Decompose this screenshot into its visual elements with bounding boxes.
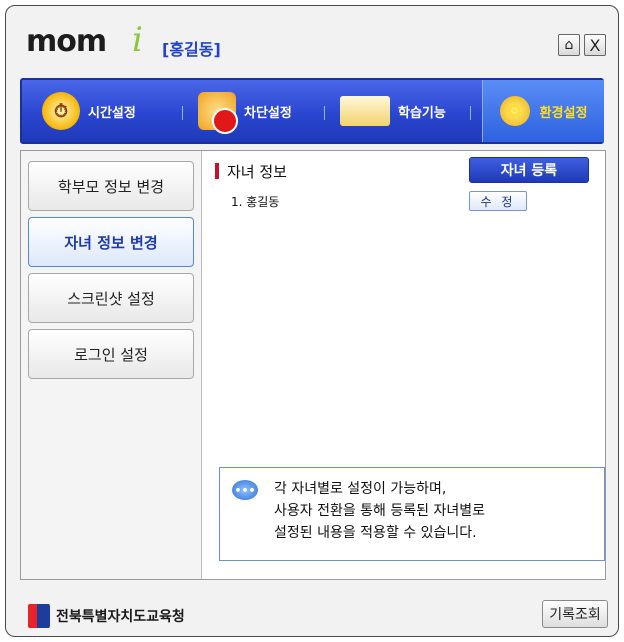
block-icon — [198, 92, 238, 134]
sidebar-item-label: 자녀 정보 변경 — [64, 233, 158, 252]
info-notice-box: ••• 각 자녀별로 설정이 가능하며, 사용자 전환을 통해 등록된 자녀별로… — [219, 467, 605, 561]
sidebar-item-label: 스크린샷 설정 — [67, 289, 155, 308]
tab-divider — [470, 106, 471, 120]
register-child-button[interactable]: 자녀 등록 — [469, 157, 589, 183]
close-button[interactable]: X — [584, 34, 606, 56]
section-marker — [215, 163, 219, 179]
tab-block-settings[interactable]: 차단설정 — [198, 80, 292, 142]
sidebar-item-parent-info[interactable]: 학부모 정보 변경 — [28, 161, 194, 211]
tab-time-settings[interactable]: ⏱ 시간설정 — [42, 80, 136, 142]
info-text-line: 설정된 내용을 적용할 수 있습니다. — [274, 525, 477, 541]
child-info-content: 자녀 정보 자녀 등록 1. 홍길동 수 정 ••• 각 자녀별로 설정이 가능… — [203, 151, 605, 579]
tab-divider — [324, 106, 325, 120]
title-bar: mom i [홍길동] ⌂ X — [6, 6, 618, 72]
tab-environment-settings[interactable]: ⚙ 환경설정 — [482, 80, 604, 142]
history-view-button[interactable]: 기록조회 — [542, 600, 608, 628]
tab-label: 차단설정 — [244, 105, 292, 121]
tab-divider — [182, 106, 183, 120]
book-icon — [340, 96, 390, 126]
child-list-item: 1. 홍길동 — [231, 195, 280, 209]
organization-name: 전북특별자치도교육청 — [56, 609, 185, 625]
gear-icon: ⚙ — [499, 96, 530, 126]
section-title: 자녀 정보 — [227, 163, 287, 181]
app-logo: mom — [26, 24, 107, 59]
sidebar-item-login[interactable]: 로그인 설정 — [28, 329, 194, 379]
close-icon: X — [589, 35, 601, 55]
settings-sidebar: 학부모 정보 변경 자녀 정보 변경 스크린샷 설정 로그인 설정 — [21, 151, 202, 579]
tab-learning[interactable]: 학습기능 — [340, 80, 446, 142]
info-text-line: 사용자 전환을 통해 등록된 자녀별로 — [274, 503, 485, 519]
education-office-logo — [28, 604, 50, 628]
sidebar-item-child-info[interactable]: 자녀 정보 변경 — [28, 217, 194, 267]
home-icon: ⌂ — [564, 37, 574, 53]
tab-label: 환경설정 — [539, 105, 588, 121]
app-logo-accent: i — [132, 20, 143, 60]
sidebar-item-label: 학부모 정보 변경 — [57, 177, 165, 196]
sidebar-item-screenshot[interactable]: 스크린샷 설정 — [28, 273, 194, 323]
current-user-name: [홍길동] — [162, 40, 221, 59]
app-window: mom i [홍길동] ⌂ X ⏱ 시간설정 차단설정 학습기능 ⚙ 환경설정 — [5, 5, 619, 637]
home-button[interactable]: ⌂ — [558, 34, 580, 56]
edit-child-button[interactable]: 수 정 — [469, 191, 527, 211]
info-text-line: 각 자녀별로 설정이 가능하며, — [274, 481, 447, 497]
speech-bubble-icon: ••• — [232, 480, 258, 500]
settings-panel: 학부모 정보 변경 자녀 정보 변경 스크린샷 설정 로그인 설정 자녀 정보 … — [20, 150, 606, 580]
tab-label: 학습기능 — [398, 105, 446, 121]
alarm-clock-icon: ⏱ — [42, 92, 80, 130]
main-tab-bar: ⏱ 시간설정 차단설정 학습기능 ⚙ 환경설정 — [20, 78, 604, 144]
sidebar-item-label: 로그인 설정 — [74, 345, 148, 364]
tab-label: 시간설정 — [88, 105, 136, 121]
